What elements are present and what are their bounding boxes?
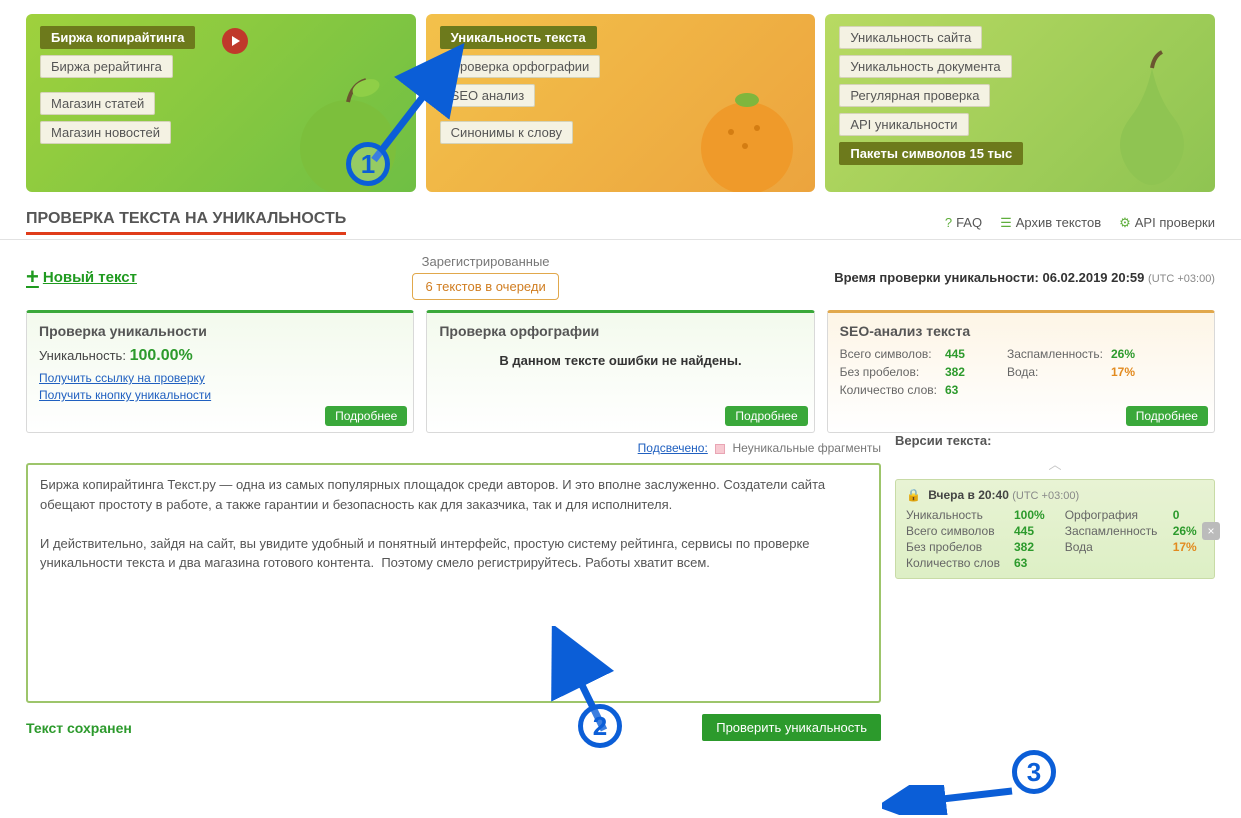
page-title: ПРОВЕРКА ТЕКСТА НА УНИКАЛЬНОСТЬ	[26, 210, 346, 235]
banner-chip[interactable]: Уникальность сайта	[839, 26, 982, 49]
banner-mid: Уникальность текста Проверка орфографии …	[426, 14, 816, 192]
get-check-link[interactable]: Получить ссылку на проверку	[39, 371, 401, 385]
check-uniqueness-button[interactable]: Проверить уникальность	[702, 714, 881, 741]
get-unique-button-link[interactable]: Получить кнопку уникальности	[39, 388, 401, 402]
subheader: ПРОВЕРКА ТЕКСТА НА УНИКАЛЬНОСТЬ ?FAQ ☰Ар…	[0, 202, 1241, 240]
highlight-legend: Подсвечено: Неуникальные фрагменты	[26, 433, 881, 463]
highlighted-link[interactable]: Подсвечено:	[638, 441, 708, 455]
text-editor[interactable]	[26, 463, 881, 703]
orange-icon	[687, 78, 807, 192]
more-button[interactable]: Подробнее	[1126, 406, 1208, 426]
help-icon: ?	[945, 215, 952, 230]
apple-icon	[288, 68, 408, 192]
more-button[interactable]: Подробнее	[725, 406, 807, 426]
queue-status[interactable]: 6 текстов в очереди	[412, 273, 558, 300]
banner-right: Уникальность сайта Уникальность документ…	[825, 14, 1215, 192]
seo-card: SEO-анализ текста Всего символов:445 Без…	[827, 310, 1215, 433]
api-link[interactable]: ⚙API проверки	[1119, 215, 1215, 231]
controls-row: +Новый текст Зарегистрированные 6 тексто…	[0, 240, 1241, 310]
banner-row: Биржа копирайтинга Биржа рерайтинга Мага…	[0, 0, 1241, 202]
banner-chip[interactable]: Биржа рерайтинга	[40, 55, 173, 78]
banner-chip[interactable]: SEO анализ	[440, 84, 536, 107]
spellcheck-card: Проверка орфографии В данном тексте ошиб…	[426, 310, 814, 433]
banner-chip[interactable]: Пакеты символов 15 тыс	[839, 142, 1023, 165]
gear-icon: ⚙	[1119, 215, 1131, 230]
new-text-button[interactable]: +Новый текст	[26, 266, 137, 288]
card-title: Проверка орфографии	[439, 323, 801, 339]
swatch-nonunique-icon	[715, 444, 725, 454]
lock-icon: 🔒	[906, 488, 921, 502]
queue-registered-label: Зарегистрированные	[412, 254, 558, 269]
banner-left: Биржа копирайтинга Биржа рерайтинга Мага…	[26, 14, 416, 192]
queue-info: Зарегистрированные 6 текстов в очереди	[412, 254, 558, 300]
version-card[interactable]: 🔒 Вчера в 20:40 (UTC +03:00) Уникальност…	[895, 479, 1215, 579]
banner-chip[interactable]: Проверка орфографии	[440, 55, 601, 78]
more-button[interactable]: Подробнее	[325, 406, 407, 426]
result-cards: Проверка уникальности Уникальность: 100.…	[0, 310, 1241, 433]
banner-chip[interactable]: Магазин новостей	[40, 121, 171, 144]
play-icon[interactable]	[222, 28, 248, 54]
versions-column: Версии текста: ︿ 🔒 Вчера в 20:40 (UTC +0…	[895, 433, 1215, 741]
card-title: Проверка уникальности	[39, 323, 401, 339]
plus-icon: +	[26, 266, 39, 288]
spellcheck-message: В данном тексте ошибки не найдены.	[439, 353, 801, 368]
archive-link[interactable]: ☰Архив текстов	[1000, 215, 1101, 231]
banner-chip[interactable]: Магазин статей	[40, 92, 155, 115]
versions-title: Версии текста:	[895, 433, 1215, 448]
pear-icon	[1097, 48, 1207, 192]
uniqueness-card: Проверка уникальности Уникальность: 100.…	[26, 310, 414, 433]
annotation-number-3: 3	[1012, 750, 1056, 794]
archive-icon: ☰	[1000, 215, 1012, 230]
faq-link[interactable]: ?FAQ	[945, 215, 982, 230]
saved-label: Текст сохранен	[26, 720, 132, 736]
card-title: SEO-анализ текста	[840, 323, 1202, 339]
annotation-arrow-3-icon	[882, 785, 1022, 815]
banner-chip-uniqueness[interactable]: Уникальность текста	[440, 26, 597, 49]
banner-chip[interactable]: Регулярная проверка	[839, 84, 990, 107]
check-time: Время проверки уникальности: 06.02.2019 …	[834, 270, 1215, 285]
close-icon[interactable]: ×	[1202, 522, 1220, 540]
banner-chip[interactable]: API уникальности	[839, 113, 968, 136]
banner-chip[interactable]: Уникальность документа	[839, 55, 1011, 78]
editor-column: Подсвечено: Неуникальные фрагменты Текст…	[26, 433, 881, 741]
chevron-up-icon[interactable]: ︿	[895, 454, 1215, 473]
banner-chip[interactable]: Синонимы к слову	[440, 121, 573, 144]
banner-chip[interactable]: Биржа копирайтинга	[40, 26, 195, 49]
